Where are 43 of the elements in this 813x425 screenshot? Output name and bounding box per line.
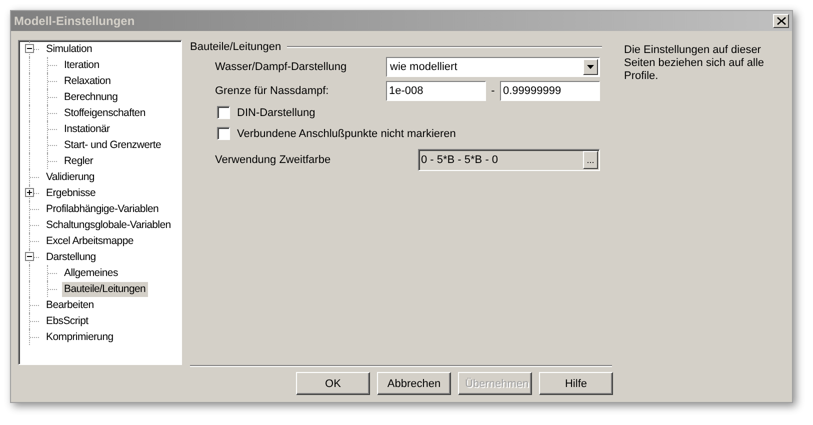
expand-toggle[interactable] [25, 44, 34, 53]
dialog-button[interactable]: Hilfe [539, 372, 613, 395]
tree-item[interactable]: Darstellung [44, 250, 98, 264]
tree-item[interactable]: Ergebnisse [44, 186, 98, 200]
group-title: Bauteile/Leitungen [190, 41, 282, 53]
tree-item[interactable]: Bearbeiten [44, 298, 96, 312]
tree-item[interactable]: Iteration [62, 58, 102, 72]
range-separator: - [490, 84, 496, 96]
color-scheme-field: 0 - 5*B - 5*B - 0 ... [418, 148, 600, 170]
checkbox-label: Verbundene Anschlußpunkte nicht markieren [237, 128, 456, 140]
tree-item[interactable]: Berechnung [62, 90, 120, 104]
tree-item[interactable]: Schaltungsglobale-Variablen [44, 218, 173, 232]
close-icon [776, 17, 786, 25]
tree-item[interactable]: Instationär [62, 122, 112, 136]
tree-item[interactable]: Komprimierung [44, 330, 116, 344]
info-text: Die Einstellungen auf dieser Seiten beziehen sich auf alle Profile. [624, 43, 766, 84]
field-label: Wasser/Dampf-Darstellung [215, 60, 348, 72]
window-title: Modell-Einstellungen [14, 14, 135, 28]
tree-item[interactable]: Excel Arbeitsmappe [44, 234, 136, 248]
tree-item[interactable]: Relaxation [62, 74, 113, 88]
tree-item[interactable]: Stoffeigenschaften [62, 106, 148, 120]
tree-item[interactable]: Bauteile/Leitungen [62, 282, 148, 296]
tree-item[interactable]: Simulation [44, 42, 94, 56]
checkbox-label: DIN-Darstellung [237, 106, 316, 118]
tree-item[interactable]: Validierung [44, 170, 96, 184]
input-field[interactable]: 1e-008 [386, 80, 486, 100]
tree-item[interactable]: Regler [62, 154, 96, 168]
tree-item[interactable]: Profilabhängige-Variablen [44, 202, 161, 216]
dropdown[interactable]: wie modelliert [386, 56, 600, 76]
tree-item[interactable]: Start- und Grenzwerte [62, 138, 163, 152]
expand-toggle[interactable] [25, 252, 34, 261]
field-label: Grenze für Nassdampf: [215, 84, 330, 96]
checkbox[interactable] [217, 106, 230, 119]
field-label: Verwendung Zweitfarbe [215, 154, 332, 166]
tree-item[interactable]: Allgemeines [62, 266, 120, 280]
input-field[interactable]: 0.99999999 [500, 80, 600, 100]
dialog-button[interactable]: Abbrechen [377, 372, 451, 395]
expand-toggle[interactable] [25, 188, 34, 197]
browse-button[interactable]: ... [583, 150, 598, 168]
close-button[interactable] [773, 14, 789, 28]
dialog-button[interactable]: OK [296, 372, 370, 395]
tree-item[interactable]: EbsScript [44, 314, 90, 328]
checkbox[interactable] [217, 127, 230, 140]
